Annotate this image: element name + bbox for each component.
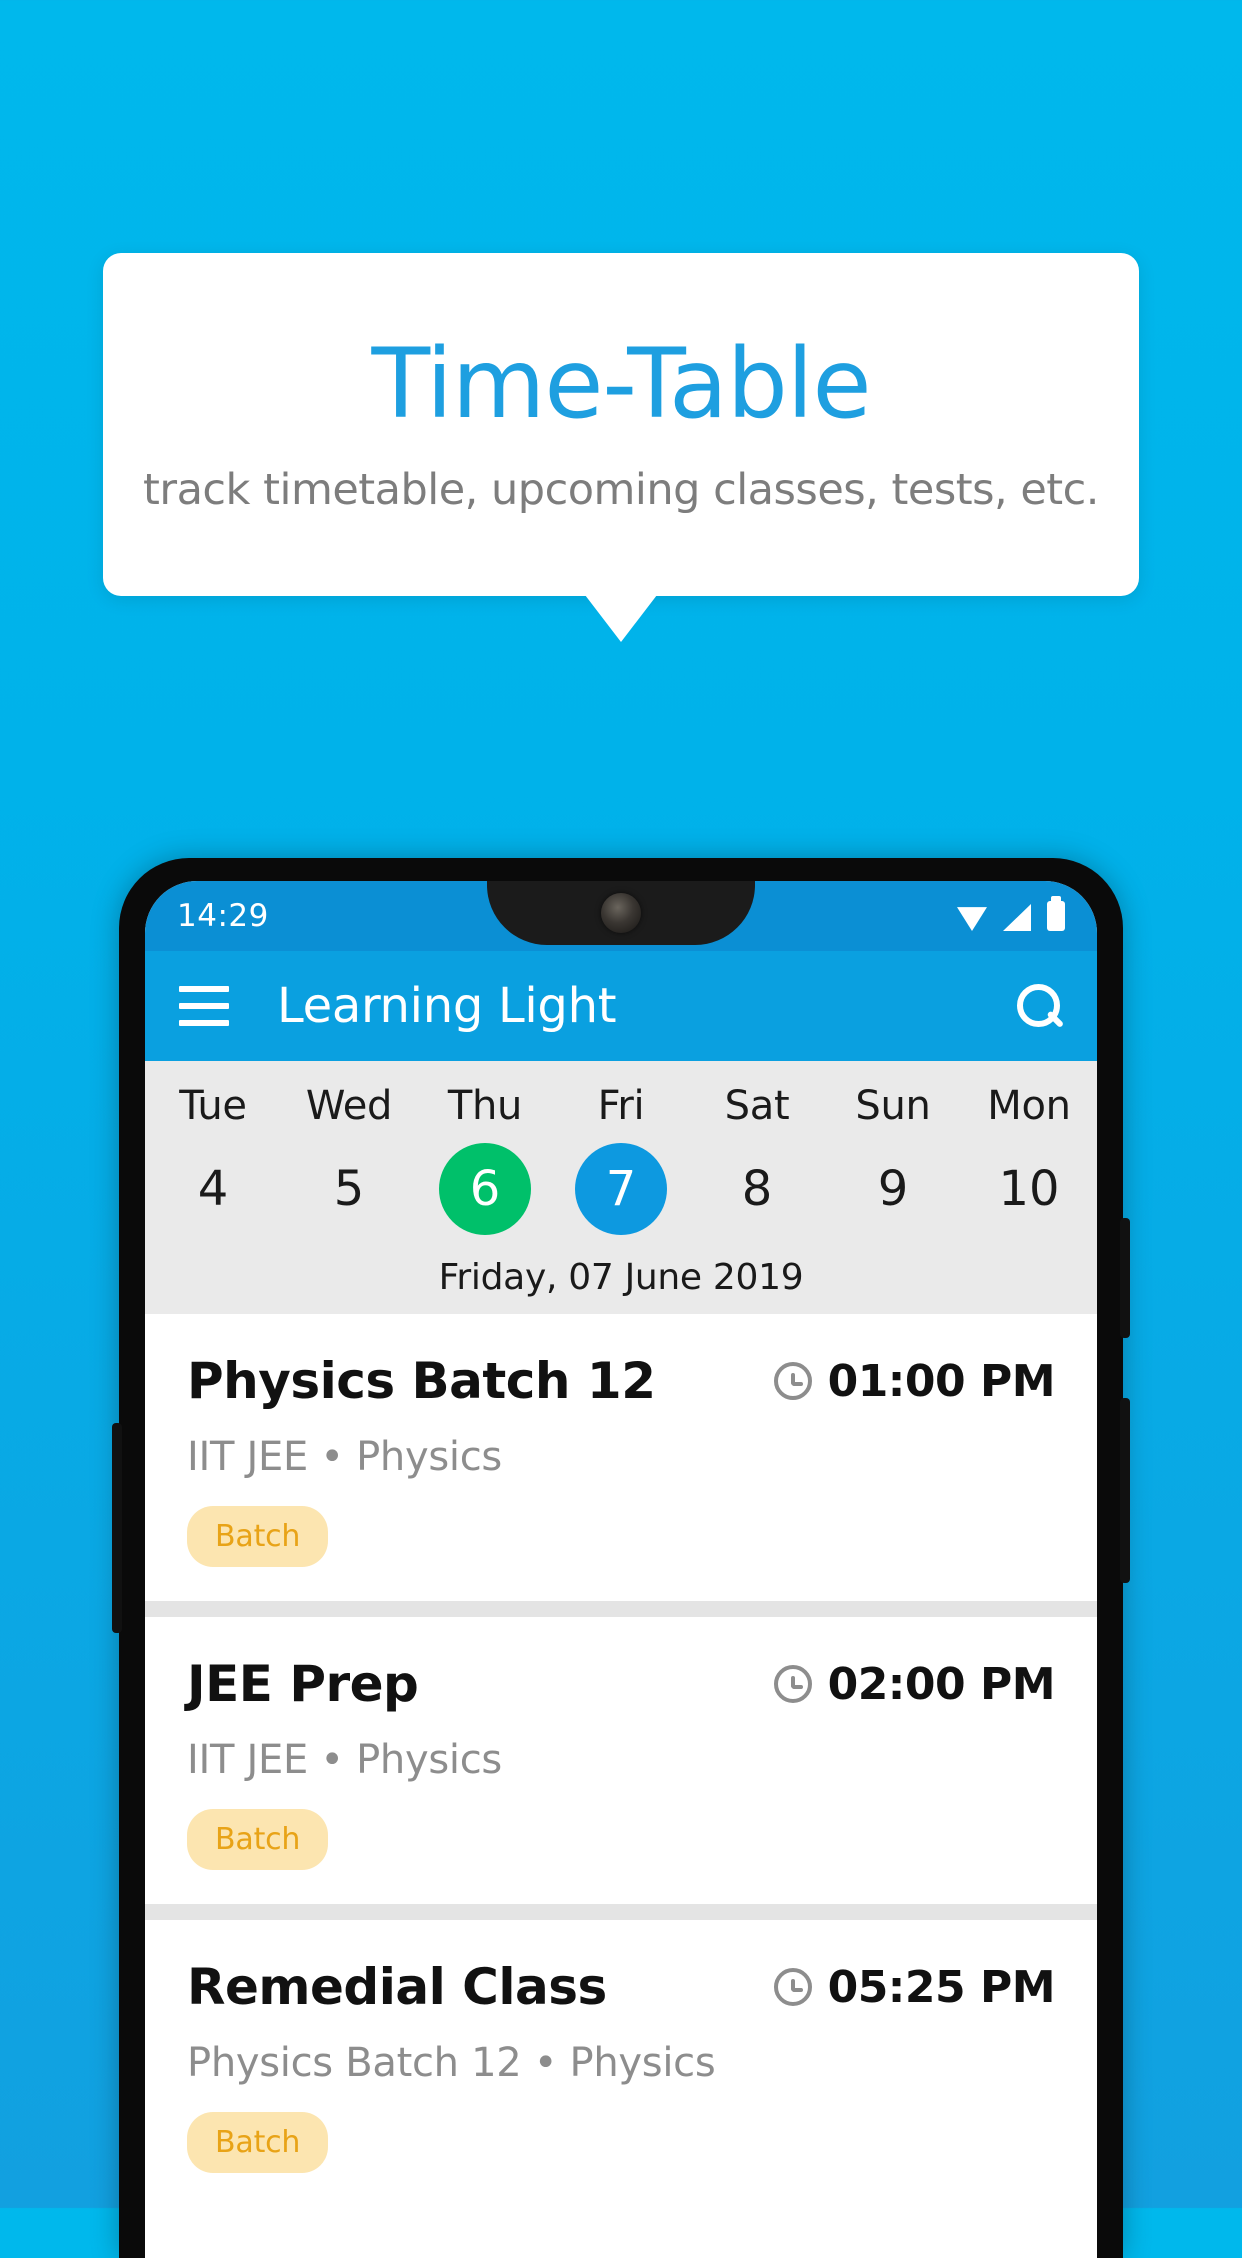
clock-icon <box>773 1665 812 1703</box>
calendar-date-number: 8 <box>741 1161 773 1217</box>
calendar-day-mon[interactable]: Mon 10 <box>961 1083 1097 1235</box>
calendar-date-circle: 4 <box>167 1143 259 1235</box>
calendar-date-circle-selected: 7 <box>575 1143 667 1235</box>
status-bar: 14:29 <box>145 881 1097 951</box>
hamburger-line <box>179 1003 229 1009</box>
app-title: Learning Light <box>277 978 617 1034</box>
calendar-dow: Wed <box>305 1083 393 1129</box>
phone-mockup: 14:29 Learning Light Tue 4 Wed 5 Thu 6 F… <box>112 858 1130 2258</box>
phone-notch <box>487 881 755 945</box>
class-card[interactable]: Physics Batch 12 01:00 PM IIT JEE • Phys… <box>145 1314 1097 1601</box>
class-time: 01:00 PM <box>827 1355 1056 1407</box>
promo-subtitle: track timetable, upcoming classes, tests… <box>143 464 1099 515</box>
phone-assistant-button[interactable] <box>112 1423 122 1633</box>
class-time: 05:25 PM <box>827 1961 1056 2013</box>
class-time: 02:00 PM <box>827 1658 1056 1710</box>
hamburger-line <box>179 986 229 992</box>
class-badge-row: Batch <box>187 2112 1055 2173</box>
calendar-day-wed[interactable]: Wed 5 <box>281 1083 417 1235</box>
calendar-dow: Mon <box>987 1083 1071 1129</box>
signal-icon <box>1003 904 1031 931</box>
promo-title: Time-Table <box>371 328 871 441</box>
calendar-date-number: 7 <box>605 1161 637 1217</box>
calendar-date-number: 10 <box>998 1161 1060 1217</box>
selected-date-label: Friday, 07 June 2019 <box>438 1257 804 1298</box>
calendar-date-circle-today: 6 <box>439 1143 531 1235</box>
class-time-group: 01:00 PM <box>773 1355 1056 1407</box>
class-card[interactable]: Remedial Class 05:25 PM Physics Batch 12… <box>145 1920 1097 2207</box>
class-subtitle: Physics Batch 12 • Physics <box>187 2040 716 2086</box>
calendar-date-circle: 10 <box>983 1143 1075 1235</box>
calendar-dow: Tue <box>179 1083 247 1129</box>
status-badge: Batch <box>187 2112 329 2173</box>
calendar-day-fri[interactable]: Fri 7 <box>553 1083 689 1235</box>
hamburger-menu-icon[interactable] <box>179 986 229 1026</box>
calendar-date-number: 4 <box>197 1161 229 1217</box>
calendar-day-thu[interactable]: Thu 6 <box>417 1083 553 1235</box>
calendar-day-tue[interactable]: Tue 4 <box>145 1083 281 1235</box>
calendar-dow: Fri <box>597 1083 645 1129</box>
class-card[interactable]: JEE Prep 02:00 PM IIT JEE • Physics Batc… <box>145 1617 1097 1904</box>
callout-tail <box>585 595 657 642</box>
class-title: JEE Prep <box>187 1655 419 1713</box>
status-badge: Batch <box>187 1809 329 1870</box>
phone-volume-button[interactable] <box>1120 1398 1130 1583</box>
search-icon[interactable] <box>1015 982 1063 1030</box>
calendar-date-number: 9 <box>877 1161 909 1217</box>
calendar-date-number: 6 <box>469 1161 501 1217</box>
calendar-dow: Sat <box>724 1083 790 1129</box>
clock-icon <box>773 1968 812 2006</box>
calendar-date-number: 5 <box>333 1161 365 1217</box>
calendar-day-sun[interactable]: Sun 9 <box>825 1083 961 1235</box>
class-title: Physics Batch 12 <box>187 1352 656 1410</box>
calendar-date-circle: 8 <box>711 1143 803 1235</box>
wifi-icon <box>957 907 987 931</box>
calendar-days-row: Tue 4 Wed 5 Thu 6 Fri 7 Sat 8 Sun 9 Mon … <box>145 1083 1097 1235</box>
class-time-group: 05:25 PM <box>773 1961 1056 2013</box>
status-icons <box>957 896 1065 931</box>
calendar-strip: Tue 4 Wed 5 Thu 6 Fri 7 Sat 8 Sun 9 Mon … <box>145 1061 1097 1314</box>
status-badge: Batch <box>187 1506 329 1567</box>
calendar-dow: Thu <box>447 1083 523 1129</box>
class-list: Physics Batch 12 01:00 PM IIT JEE • Phys… <box>145 1314 1097 2207</box>
phone-screen: 14:29 Learning Light Tue 4 Wed 5 Thu 6 F… <box>145 881 1097 2258</box>
class-card-header: JEE Prep 02:00 PM <box>187 1655 1056 1713</box>
class-time-group: 02:00 PM <box>773 1658 1056 1710</box>
front-camera <box>601 893 641 933</box>
app-bar: Learning Light <box>145 951 1097 1061</box>
class-subtitle: IIT JEE • Physics <box>187 1434 502 1480</box>
calendar-dow: Sun <box>855 1083 931 1129</box>
class-title: Remedial Class <box>187 1958 607 2016</box>
calendar-date-circle: 9 <box>847 1143 939 1235</box>
promo-callout: Time-Table track timetable, upcoming cla… <box>103 253 1139 642</box>
class-card-header: Physics Batch 12 01:00 PM <box>187 1352 1056 1410</box>
calendar-date-circle: 5 <box>303 1143 395 1235</box>
calendar-day-sat[interactable]: Sat 8 <box>689 1083 825 1235</box>
phone-power-button[interactable] <box>1120 1218 1130 1338</box>
battery-icon <box>1047 896 1065 931</box>
hamburger-line <box>179 1020 229 1026</box>
class-badge-row: Batch <box>187 1506 1055 1567</box>
class-card-header: Remedial Class 05:25 PM <box>187 1958 1056 2016</box>
class-subtitle: IIT JEE • Physics <box>187 1737 502 1783</box>
clock-icon <box>773 1362 812 1400</box>
status-time: 14:29 <box>177 898 269 934</box>
class-badge-row: Batch <box>187 1809 1055 1870</box>
